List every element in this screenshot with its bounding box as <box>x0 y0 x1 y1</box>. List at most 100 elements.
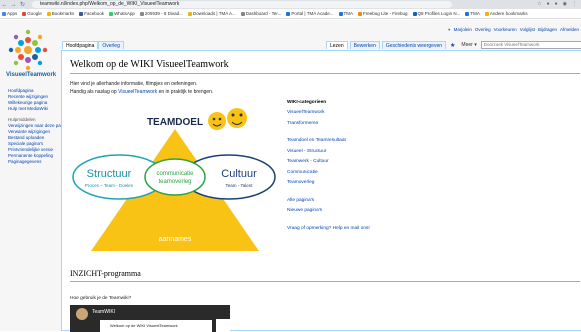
teamdoel-label: TEAMDOEL <box>147 117 203 128</box>
search-input[interactable]: Doorzoek VisueelTeamwork <box>480 41 581 49</box>
page-icon <box>286 11 291 16</box>
communicatie-ellipse <box>144 158 206 196</box>
folder-icon <box>46 11 51 16</box>
aannames-label: aannames <box>159 236 192 243</box>
sidebar-item-help[interactable]: Hulp met MediaWiki <box>8 106 60 112</box>
visueelteamwork-logo[interactable] <box>8 28 48 72</box>
folder-icon <box>484 11 489 16</box>
category-link[interactable]: Teamoverleg <box>287 178 370 189</box>
reload-icon[interactable]: ↻ <box>18 1 27 8</box>
extension-icon[interactable]: ● <box>547 1 550 7</box>
divider <box>70 73 580 74</box>
category-link[interactable]: Communicatie <box>287 168 370 179</box>
category-link[interactable]: Visueel - Structuur <box>287 147 370 158</box>
video-channel-title: TeamWIKI <box>92 309 116 315</box>
extension-icons: ☆ ● ● ◉ ⋮ <box>537 1 577 7</box>
content-area: Welkom op de WIKI VisueelTeamwork Hier v… <box>61 50 581 332</box>
bookmark-item[interactable]: Google <box>22 11 42 16</box>
help-mail-link[interactable]: Vraag of opmerking? Help en mail ons! <box>287 224 370 235</box>
video-doc-title: Welkom op de WIKI VisueelTeamwork <box>110 323 178 328</box>
cultuur-sub-label: Team - Talent <box>226 183 254 188</box>
personal-link-user[interactable]: Marjolein <box>454 27 472 32</box>
facebook-icon <box>79 11 84 16</box>
bookmark-item[interactable]: Portal | TMA Acade... <box>286 11 334 16</box>
star-bookmark-icon[interactable]: ☆ <box>537 1 541 7</box>
communicatie-label: communicatie <box>156 171 194 177</box>
whatsapp-icon <box>109 11 114 16</box>
category-link[interactable]: Transformeren <box>287 119 370 130</box>
tab-talk[interactable]: Overleg <box>98 41 124 49</box>
personal-link-talk[interactable]: Overleg <box>475 27 491 32</box>
categories-title: WIKI-categorieen <box>287 100 327 105</box>
page-icon <box>465 11 470 16</box>
bookmark-item[interactable]: 205939 - 8 Divad... <box>139 11 183 16</box>
personal-link-contributions[interactable]: Bijdragen <box>538 27 557 32</box>
bookmark-item[interactable]: Downloads | TMA A... <box>187 11 236 16</box>
forward-icon[interactable]: → <box>9 2 18 8</box>
page-icon <box>412 11 417 16</box>
address-bar[interactable]: teamwiki.nl/index.php/Welkom_op_de_WIKI_… <box>32 1 452 8</box>
video-thumbnail-secondary <box>216 319 230 332</box>
user-icon: ● <box>447 27 451 32</box>
channel-avatar <box>76 308 88 320</box>
category-link[interactable]: VisueelTeamwork <box>287 108 370 119</box>
teamwork-diagram[interactable]: TEAMDOEL Structuur Proces – Team - Doele… <box>69 101 281 251</box>
personal-tools: ● Marjolein Overleg Voorkeuren Volglijst… <box>448 27 579 32</box>
howto-text: Hoe gebruik je de Teamwiki? <box>70 296 132 301</box>
more-menu[interactable]: Meer ▾ <box>459 42 478 48</box>
visueelteamwork-link[interactable]: VisueelTeamwork <box>118 89 157 95</box>
namespace-tabs: Hoofdpagina Overleg <box>62 41 124 49</box>
bookmark-item[interactable]: TMA <box>465 11 480 16</box>
smiley-icon <box>208 112 226 130</box>
folder-icon <box>187 11 192 16</box>
structuur-sub-label: Proces – Team - Doelen <box>85 183 134 188</box>
tab-main-page[interactable]: Hoofdpagina <box>62 41 99 49</box>
chevron-down-icon: ▾ <box>474 42 477 48</box>
categories-panel: WIKI-categorieen VisueelTeamwork Transfo… <box>287 100 370 234</box>
bookmark-item[interactable]: Apps <box>2 11 17 16</box>
bookmark-item[interactable]: TMA <box>338 11 353 16</box>
page-icon <box>139 11 144 16</box>
personal-link-logout[interactable]: Afmelden <box>560 27 579 32</box>
extension-icon[interactable]: ● <box>555 1 558 7</box>
view-tabs: Lezen Bewerken Geschiedenis weergeven ★ … <box>326 41 581 49</box>
bookmark-item[interactable]: Bookmarks <box>46 11 74 16</box>
bookmark-item[interactable]: WhatsApp <box>109 11 135 16</box>
bookmark-item[interactable]: Q8 Profiles Login N... <box>412 11 460 16</box>
bookmark-item[interactable]: Freebug Lite - Firebug <box>358 11 408 16</box>
category-link[interactable]: Teamwerk - Cultuur <box>287 157 370 168</box>
bookmark-item[interactable]: Andere bookmarks <box>484 11 528 16</box>
page-icon <box>240 11 245 16</box>
page-title: Welkom op de WIKI VisueelTeamwork <box>70 59 229 70</box>
tab-edit[interactable]: Bewerken <box>349 41 380 49</box>
google-icon <box>22 11 27 16</box>
sidebar-item-page-info[interactable]: Paginagegevens <box>8 159 60 165</box>
bookmarks-bar: Apps Google Bookmarks Facebook WhatsApp … <box>0 9 581 19</box>
category-link[interactable]: Teamdoel en Teamresultaat <box>287 136 370 147</box>
back-icon[interactable]: ← <box>0 2 9 8</box>
section-title: INZICHT-programma <box>70 269 141 278</box>
menu-icon[interactable]: ⋮ <box>572 1 577 7</box>
watch-star-icon[interactable]: ★ <box>448 42 457 49</box>
tab-read[interactable]: Lezen <box>326 41 348 49</box>
tab-history[interactable]: Geschiedenis weergeven <box>381 41 447 49</box>
personal-link-watchlist[interactable]: Volglijst <box>520 27 535 32</box>
personal-link-preferences[interactable]: Voorkeuren <box>494 27 517 32</box>
bookmark-item[interactable]: Facebook <box>79 11 104 16</box>
firebug-icon <box>358 11 363 16</box>
bookmark-item[interactable]: Dashboard - Ter... <box>240 11 281 16</box>
video-embed[interactable]: TeamWIKI Welkom op de WIKI VisueelTeamwo… <box>70 305 230 332</box>
logo-text: VisueelTeamwork <box>6 72 57 78</box>
url-text: teamwiki.nl/index.php/Welkom_op_de_WIKI_… <box>40 1 180 7</box>
category-link[interactable]: Nieuwe pagina's <box>287 206 370 217</box>
cultuur-label: Cultuur <box>221 168 257 180</box>
sidebar: Hoofdpagina Recente wijzigingen Willekeu… <box>8 88 69 165</box>
structuur-label: Structuur <box>87 168 132 180</box>
profile-icon[interactable]: ◉ <box>563 1 567 7</box>
divider <box>70 281 580 282</box>
category-link[interactable]: Alle pagina's <box>287 196 370 207</box>
teamoverleg-label: teamoverleg <box>158 179 191 185</box>
wiki-page: VisueelTeamwork ● Marjolein Overleg Voor… <box>0 20 581 332</box>
intro-text: Hier vind je allerhande informatie, film… <box>70 81 214 95</box>
apps-icon <box>2 11 6 16</box>
